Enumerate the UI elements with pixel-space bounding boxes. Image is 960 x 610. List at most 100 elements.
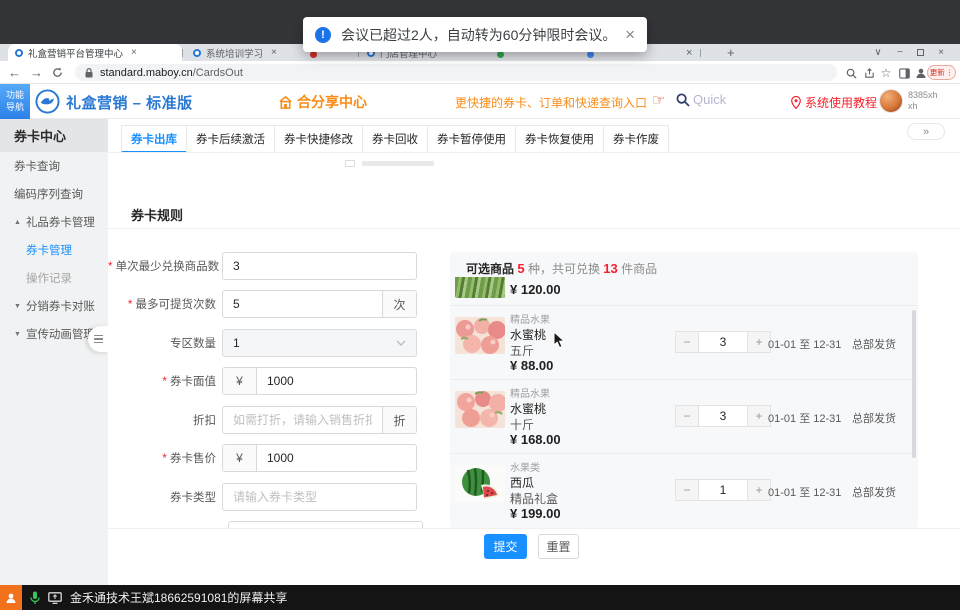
tab-followup-activation[interactable]: 券卡后续激活 [186,125,275,153]
field-label: 券卡面值 [108,373,222,389]
tab-card-recycle[interactable]: 券卡回收 [362,125,428,153]
tab-close-icon[interactable]: × [686,44,692,61]
window-dropdown-icon[interactable]: ∨ [868,44,888,61]
reload-icon[interactable] [52,61,63,84]
sidebar-item-operation-log[interactable]: 操作记录 [0,264,108,292]
submit-button[interactable]: 提交 [484,534,527,559]
sidebar-item-card-management[interactable]: 券卡管理 [0,236,108,264]
discount-input[interactable] [223,407,382,433]
brand-title: 礼盒营销 – 标准版 [66,92,193,113]
tab-close-icon[interactable]: × [271,47,277,58]
face-value-input[interactable] [257,368,416,394]
tab-card-void[interactable]: 券卡作废 [603,125,669,153]
product-name: 水蜜桃 [510,400,546,417]
sidebar-group-gift-card-mgmt[interactable]: ▲ 礼品券卡管理 [0,208,108,236]
browser-tab-1[interactable]: 礼盒营销平台管理中心 × [8,44,182,61]
sidebar-item-label: 编码序列查询 [14,186,83,202]
sidebar-title: 券卡中心 [0,119,108,152]
summary-prefix: 可选商品 [466,262,514,276]
minus-button[interactable]: − [675,479,699,501]
quantity-input[interactable] [699,479,747,501]
sidebar-item-code-sequence-query[interactable]: 编码序列查询 [0,180,108,208]
card-type-input[interactable] [223,484,416,510]
quick-search-link[interactable]: Quick [676,92,726,107]
warehouse-icon [278,95,293,110]
product-image-clipped [455,277,505,298]
site-favicon [193,49,201,57]
window-maximize-icon[interactable] [910,44,930,61]
tab-label: 券卡暂停使用 [437,131,506,147]
field-label: 折扣 [108,412,222,428]
chevron-down-icon [396,340,406,346]
form-row-zone-count: 专区数量 1 [108,329,417,357]
form-row-face-value: 券卡面值 ¥ [108,367,417,395]
zoom-icon[interactable] [843,65,859,81]
field-label: 券卡类型 [108,489,222,505]
update-label: 更新 [930,67,945,78]
sidebar-group-distribution-reconciliation[interactable]: ▼ 分销券卡对账 [0,292,108,320]
screen-share-bar: 金禾通技术王斌18662591081的屏幕共享 [0,585,960,610]
user-id-main: 8385xh [908,90,938,101]
share-icon[interactable] [861,65,877,81]
product-category: 精品水果 [510,311,550,326]
minus-button[interactable]: − [675,405,699,427]
url-path: /CardsOut [193,67,243,79]
window-close-icon[interactable]: × [931,44,951,61]
browser-update-button[interactable]: 更新 ⋮ [927,65,956,80]
nav-label-2: 导航 [6,102,24,113]
back-icon[interactable]: ← [8,61,21,84]
info-icon: ! [315,27,331,43]
min-exchange-input[interactable] [223,253,416,279]
product-row: 水果类 西瓜 精品礼盒 ¥ 199.00 − + 01-01 至 12-31 总… [450,453,918,527]
product-price: ¥ 88.00 [510,358,553,373]
validity-range: 01-01 至 12-31 [768,336,841,352]
sidebar-item-card-query[interactable]: 券卡查询 [0,152,108,180]
zone-count-select[interactable]: 1 [222,329,417,357]
sale-price-input[interactable] [257,445,416,471]
tab-card-outbound[interactable]: 券卡出库 [121,125,187,153]
validity-range: 01-01 至 12-31 [768,484,841,500]
function-nav-button[interactable]: 功能 导航 [0,84,30,119]
window-minimize-icon[interactable]: − [890,44,910,61]
url-bar[interactable]: standard.maboy.cn/CardsOut [75,64,837,81]
sidebar-item-label: 券卡管理 [26,242,72,258]
user-avatar[interactable] [879,89,903,113]
summary-suffix: 件商品 [621,262,657,276]
side-panel-icon[interactable] [896,65,912,81]
product-row: 精品水果 水蜜桃 十斤 ¥ 168.00 − + 01-01 至 12-31 总… [450,379,918,453]
hidden-tab-favicon [310,51,317,58]
product-spec: 五斤 [510,342,534,359]
microphone-icon[interactable] [30,591,40,605]
share-center-link[interactable]: 合分享中心 [278,92,367,112]
product-price: ¥ 168.00 [510,432,561,447]
sidebar-collapse-handle[interactable] [88,326,108,352]
tutorial-link[interactable]: 系统使用教程 [791,94,877,111]
quantity-stepper: − + [675,479,771,501]
max-pickup-input[interactable] [223,291,382,317]
tab-card-resume[interactable]: 券卡恢复使用 [515,125,604,153]
brand-logo [35,89,60,119]
clipped-row-fragment [345,155,434,173]
bookmark-star-icon[interactable]: ☆ [878,65,894,81]
form-row-sale-price: 券卡售价 ¥ [108,444,417,472]
tab-close-icon[interactable]: × [131,47,137,58]
panel-scrollbar[interactable] [912,310,916,458]
minus-button[interactable]: − [675,331,699,353]
tab-label: 券卡作废 [613,131,659,147]
forward-icon[interactable]: → [30,61,43,84]
panel-collapse-button[interactable]: » [907,123,945,140]
tab-card-suspend[interactable]: 券卡暂停使用 [427,125,516,153]
quantity-input[interactable] [699,405,747,427]
new-tab-icon[interactable]: + [727,44,735,61]
tab-quick-modify[interactable]: 券卡快捷修改 [274,125,363,153]
tab-label: 券卡快捷修改 [284,131,353,147]
reset-button[interactable]: 重置 [538,534,579,559]
quantity-input[interactable] [699,331,747,353]
tab-title: 系统培训学习 [206,46,263,60]
tab-label: 券卡后续激活 [196,131,265,147]
main-content: » 券卡出库 券卡后续激活 券卡快捷修改 券卡回收 券卡暂停使用 券卡恢复使用 … [108,119,960,528]
toast-message: 会议已超过2人，自动转为60分钟限时会议。 [341,25,616,45]
triangle-up-icon: ▲ [14,219,21,226]
toast-close-icon[interactable]: × [625,26,635,43]
summary-count: 13 [603,261,617,276]
